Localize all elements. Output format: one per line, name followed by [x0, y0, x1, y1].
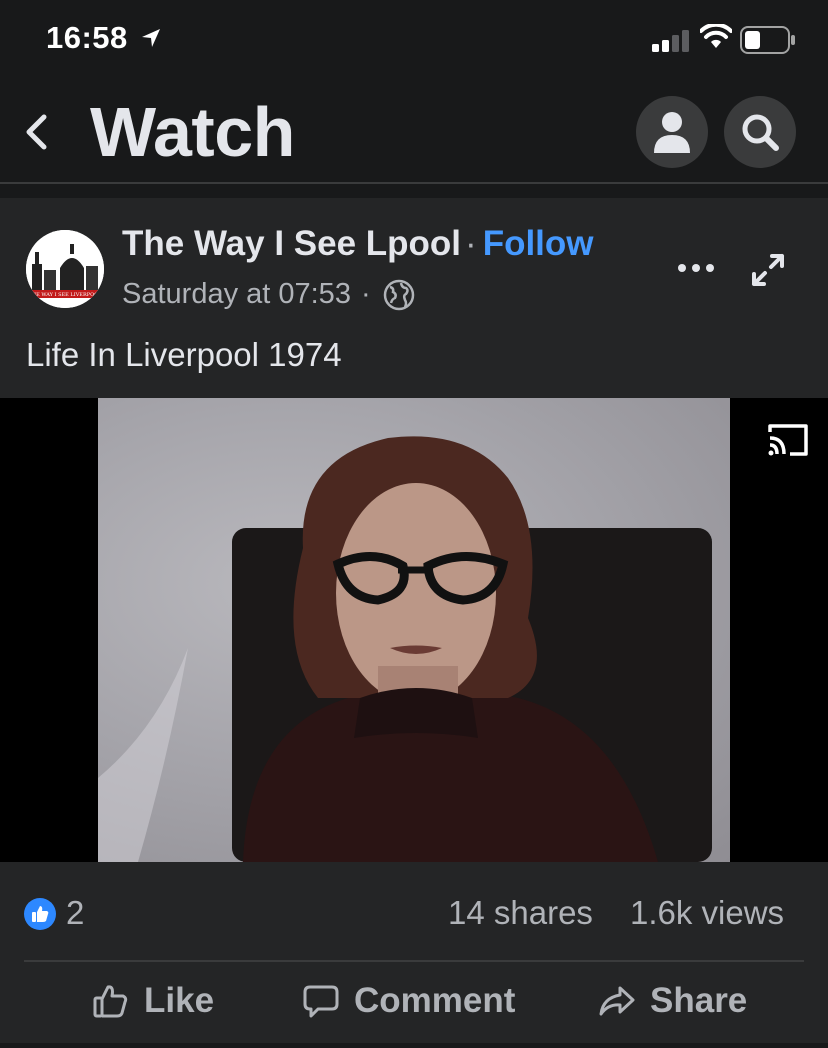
reaction-count[interactable]: 2 [66, 894, 84, 932]
more-dots-icon [678, 264, 714, 272]
video-still-image [98, 436, 712, 862]
search-icon [742, 114, 779, 151]
share-button[interactable]: Share [598, 978, 747, 1024]
comment-bubble-icon [303, 985, 339, 1018]
comment-button[interactable]: Comment [302, 978, 515, 1024]
like-button[interactable]: Like [92, 978, 214, 1024]
like-label: Like [144, 981, 215, 1020]
avatar-text: THE WAY I SEE LIVERPOOL [28, 292, 102, 298]
back-button[interactable] [18, 110, 54, 154]
post-header: The Way I See Lpool · Follow [122, 224, 594, 264]
post-stats: 2 14 shares 1.6k views [0, 876, 828, 956]
globe-icon [383, 279, 415, 311]
person-icon [654, 112, 690, 153]
post-meta: Saturday at 07:53 · [122, 278, 415, 311]
liverpool-skyline-logo: THE WAY I SEE LIVERPOOL [26, 230, 104, 308]
thumbs-up-icon [32, 906, 49, 922]
follow-button[interactable]: Follow [483, 224, 594, 263]
meta-separator: · [360, 278, 371, 310]
cellular-signal-icon [652, 30, 690, 57]
status-bar: 16:58 [0, 0, 828, 80]
battery-icon [740, 26, 796, 59]
watch-header: Watch [0, 80, 828, 184]
profile-button[interactable] [636, 96, 708, 168]
share-label: Share [650, 981, 748, 1020]
video-post: THE WAY I SEE LIVERPOOL The Way I See Lp… [0, 198, 828, 1043]
status-time: 16:58 [46, 20, 128, 55]
expand-video-button[interactable] [748, 250, 788, 290]
cast-icon [768, 424, 808, 456]
separator-dot: · [465, 224, 477, 263]
expand-icon [752, 254, 784, 286]
share-arrow-icon [599, 986, 635, 1016]
post-actions: Like Comment Share [0, 966, 828, 1036]
cast-button[interactable] [766, 422, 810, 458]
view-count: 1.6k views [630, 894, 785, 931]
post-caption: Life In Liverpool 1974 [26, 336, 342, 373]
stats-divider [24, 960, 804, 962]
video-player[interactable] [0, 398, 828, 862]
thumbs-up-outline-icon [93, 985, 128, 1018]
video-frame [98, 398, 730, 862]
page-title: Watch [90, 93, 295, 171]
like-reaction-badge[interactable] [24, 898, 56, 930]
location-arrow-icon [140, 27, 162, 54]
share-count[interactable]: 14 shares [448, 894, 593, 932]
page-avatar[interactable]: THE WAY I SEE LIVERPOOL [26, 230, 104, 308]
search-button[interactable] [724, 96, 796, 168]
comment-label: Comment [354, 981, 516, 1020]
post-timestamp[interactable]: Saturday at 07:53 [122, 278, 351, 311]
chevron-left-icon [26, 114, 47, 150]
wifi-icon [699, 22, 733, 55]
author-name[interactable]: The Way I See Lpool [122, 224, 461, 263]
more-options-button[interactable] [676, 256, 716, 280]
